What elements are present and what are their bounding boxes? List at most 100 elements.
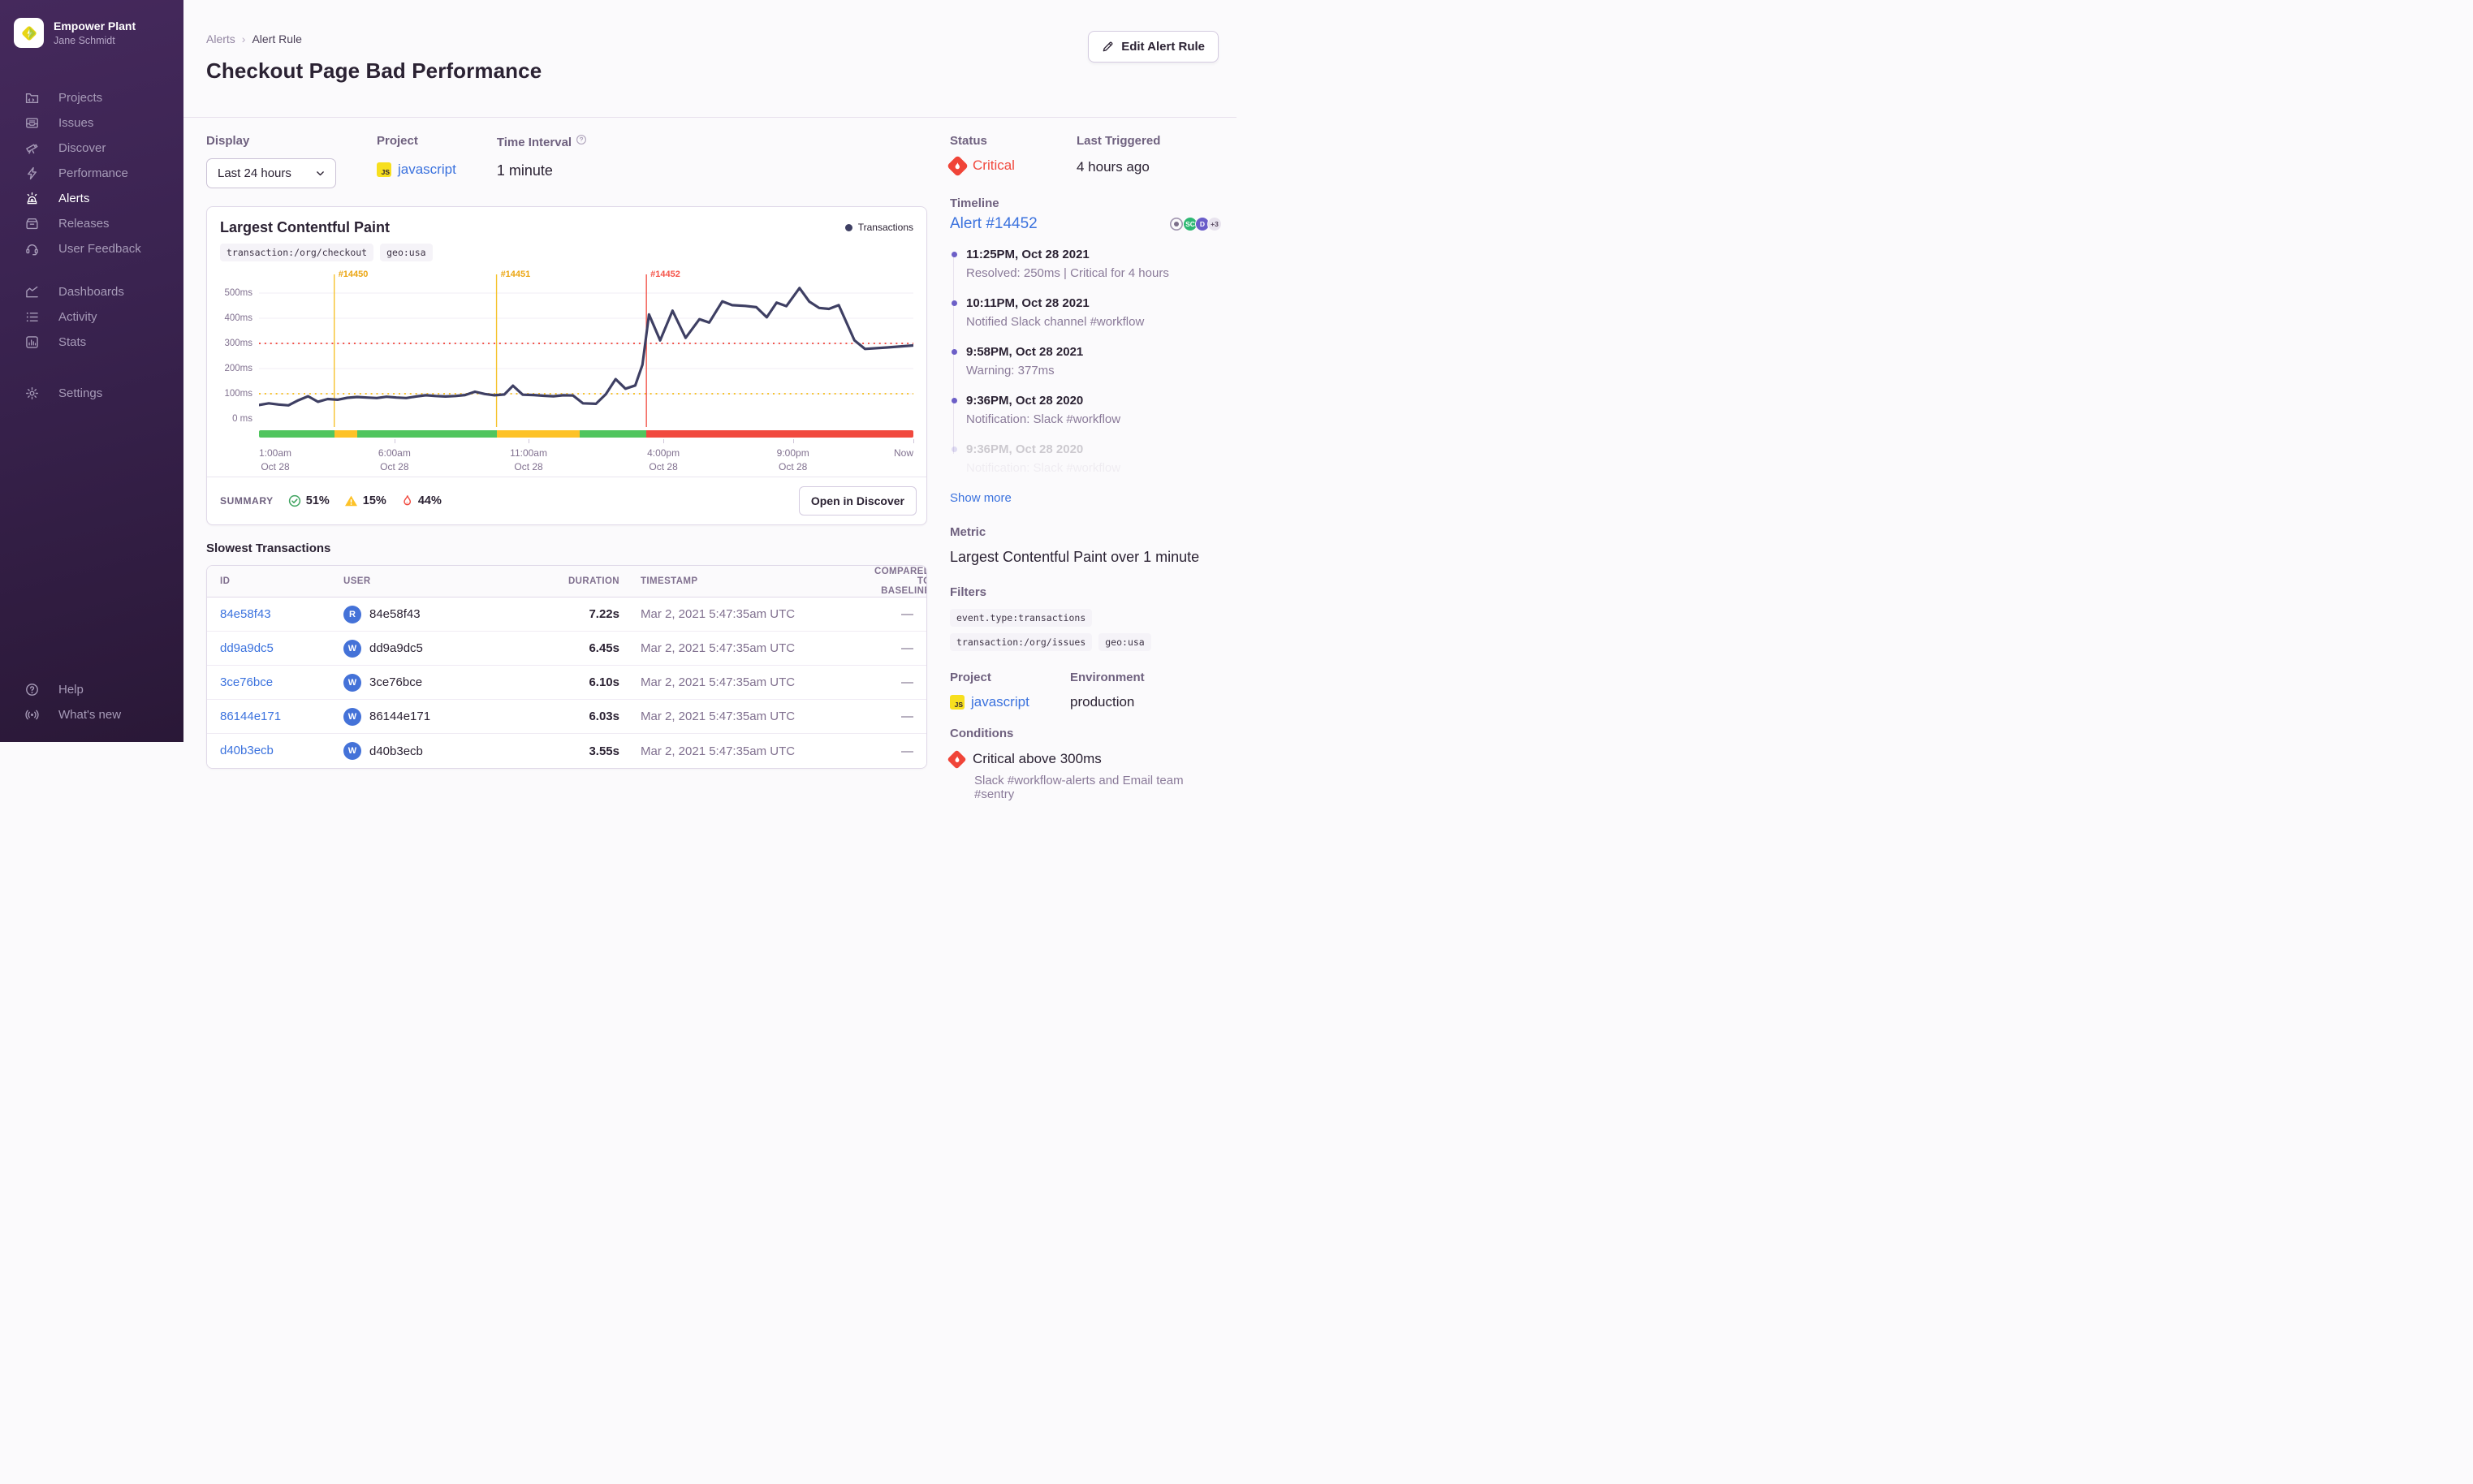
y-axis-labels: 0 ms 100ms 200ms 300ms 400ms 500ms — [220, 273, 259, 473]
sidebar-item-whats-new[interactable]: What's new — [0, 702, 183, 727]
discover-icon — [25, 144, 38, 154]
timeline-entry: 10:11PM, Oct 28 2021 Notified Slack chan… — [951, 296, 1222, 329]
fire-icon — [404, 495, 411, 506]
empower-plant-logo-icon — [21, 25, 37, 41]
org-switcher[interactable]: Empower Plant Jane Schmidt — [0, 0, 183, 48]
sidebar-item-releases[interactable]: Releases — [0, 211, 183, 236]
timeline-entry-description: Warning: 377ms — [966, 364, 1055, 377]
warning-triangle-icon — [344, 495, 357, 507]
timeline-entry-description: Resolved: 250ms | Critical for 4 hours — [966, 266, 1169, 280]
sidebar-item-settings[interactable]: Settings — [0, 381, 183, 406]
sidebar-nav: Projects Issues Discover Performance Ale… — [0, 85, 183, 406]
summary-ok: 51% — [288, 494, 330, 507]
critical-diamond-icon — [947, 748, 967, 770]
timeline-entry-description: Notification: Slack #workflow — [966, 412, 1121, 426]
last-triggered-label: Last Triggered — [1077, 134, 1161, 148]
sidebar-item-activity[interactable]: Activity — [0, 304, 183, 330]
timeline-dot-icon — [952, 300, 957, 306]
user-avatar: R — [343, 605, 361, 623]
y-axis-tick: 200ms — [224, 364, 252, 373]
x-axis-tick-mark — [663, 439, 665, 443]
chart-footer: SUMMARY 51% 15% 44% Open in Discover — [207, 477, 926, 524]
status-panel: Status Critical Last Triggered 4 hours a… — [947, 134, 1222, 177]
sidebar-item-stats[interactable]: Stats — [0, 330, 183, 355]
metric-section: Metric Largest Contentful Paint over 1 m… — [950, 525, 1222, 566]
legend-label: Transactions — [857, 222, 913, 233]
incident-marker-label[interactable]: #14452 — [650, 270, 680, 279]
timeline-entry: 9:36PM, Oct 28 2020 Notification: Slack … — [951, 442, 1222, 475]
sidebar-item-issues[interactable]: Issues — [0, 110, 183, 136]
status-bar-segment-warning — [334, 430, 357, 438]
user-avatar: W — [343, 707, 361, 726]
sidebar-item-performance[interactable]: Performance — [0, 161, 183, 186]
sidebar-item-discover[interactable]: Discover — [0, 136, 183, 161]
chevron-down-icon — [317, 171, 324, 176]
transaction-id-link[interactable]: 84e58f43 — [220, 607, 271, 621]
timeline-entry: 9:58PM, Oct 28 2021 Warning: 377ms — [951, 345, 1222, 377]
sidebar-item-label: Issues — [58, 116, 94, 130]
edit-alert-rule-button[interactable]: Edit Alert Rule — [1088, 31, 1219, 63]
alert-number-link[interactable]: Alert #14452 — [950, 215, 1038, 233]
project-link[interactable]: javascript — [398, 162, 456, 178]
timeline-dot-icon — [952, 349, 957, 355]
x-axis-tick: 9:00pm Oct 28 — [776, 447, 809, 473]
environment-label: Environment — [1070, 671, 1145, 684]
transaction-id-link[interactable]: 3ce76bce — [220, 675, 273, 689]
y-axis-tick: 100ms — [224, 389, 252, 399]
interval-field: Time Interval 1 minute — [497, 134, 587, 188]
table-row: 3ce76bce W 3ce76bce 6.10s Mar 2, 2021 5:… — [207, 666, 926, 700]
project-detail-link[interactable]: javascript — [971, 694, 1029, 710]
activity-icon — [26, 312, 38, 322]
sidebar-item-label: What's new — [58, 708, 122, 722]
sidebar-item-user-feedback[interactable]: User Feedback — [0, 236, 183, 261]
column-header-duration: DURATION — [568, 576, 619, 586]
sidebar-item-label: Dashboards — [58, 285, 124, 299]
project-label: Project — [377, 134, 418, 148]
user-name: 84e58f43 — [369, 607, 421, 621]
display-dropdown[interactable]: Last 24 hours — [206, 158, 336, 188]
show-more-link[interactable]: Show more — [950, 491, 1012, 505]
sidebar-item-dashboards[interactable]: Dashboards — [0, 279, 183, 304]
filter-tag: event.type:transactions — [950, 609, 1093, 627]
transaction-id-link[interactable]: 86144e171 — [220, 710, 281, 723]
x-axis-tick-mark — [913, 439, 914, 443]
timeline-entry-time: 9:36PM, Oct 28 2020 — [966, 394, 1084, 408]
timestamp-value: Mar 2, 2021 5:47:35am UTC — [641, 710, 796, 723]
javascript-platform-icon: JS — [377, 162, 391, 177]
sidebar-item-alerts[interactable]: Alerts — [0, 186, 183, 211]
y-axis-tick: 400ms — [224, 313, 252, 323]
timeline-entry: 9:36PM, Oct 28 2020 Notification: Slack … — [951, 394, 1222, 426]
sidebar-item-label: Settings — [58, 386, 103, 400]
filters-section: Filters event.type:transactions transact… — [950, 585, 1222, 651]
breadcrumb-alerts-link[interactable]: Alerts — [206, 32, 235, 45]
open-in-discover-button[interactable]: Open in Discover — [798, 486, 917, 516]
transaction-id-link[interactable]: d40b3ecb — [220, 744, 274, 757]
org-logo — [14, 18, 44, 48]
status-bar-segment-warning — [496, 430, 580, 438]
sidebar-item-projects[interactable]: Projects — [0, 85, 183, 110]
duration-value: 6.10s — [589, 675, 619, 689]
x-axis-tick: 11:00am Oct 28 — [510, 447, 547, 473]
table-header-row: ID USER DURATION TIMESTAMP COMPARED TO B… — [207, 566, 926, 597]
filter-tag: geo:usa — [1098, 633, 1151, 651]
interval-value: 1 minute — [496, 162, 553, 179]
user-avatar: W — [343, 742, 361, 760]
timeline-dot-icon — [952, 252, 957, 257]
filters-label: Filters — [950, 585, 987, 599]
transaction-id-link[interactable]: dd9a9dc5 — [220, 641, 274, 655]
pencil-icon — [1103, 41, 1113, 52]
sidebar-item-help[interactable]: Help — [0, 677, 183, 702]
column-header-timestamp: TIMESTAMP — [641, 576, 698, 586]
metric-label: Metric — [950, 525, 986, 539]
incident-marker-label[interactable]: #14451 — [501, 270, 531, 279]
timeline-entry: 11:25PM, Oct 28 2021 Resolved: 250ms | C… — [951, 248, 1222, 280]
status-bar-segment-critical — [646, 430, 913, 438]
interval-label: Time Interval — [497, 134, 587, 149]
seen-by-avatars: SC D +3 — [1169, 217, 1222, 231]
help-circle-icon[interactable] — [576, 134, 587, 145]
chart-card: Largest Contentful Paint transaction:/or… — [206, 206, 927, 525]
x-axis-tick: 4:00pm Oct 28 — [647, 447, 680, 473]
legend-item-transactions[interactable]: Transactions — [844, 222, 913, 233]
timeline-entry-description: Notification: Slack #workflow — [966, 461, 1121, 475]
incident-marker-label[interactable]: #14450 — [339, 270, 369, 279]
